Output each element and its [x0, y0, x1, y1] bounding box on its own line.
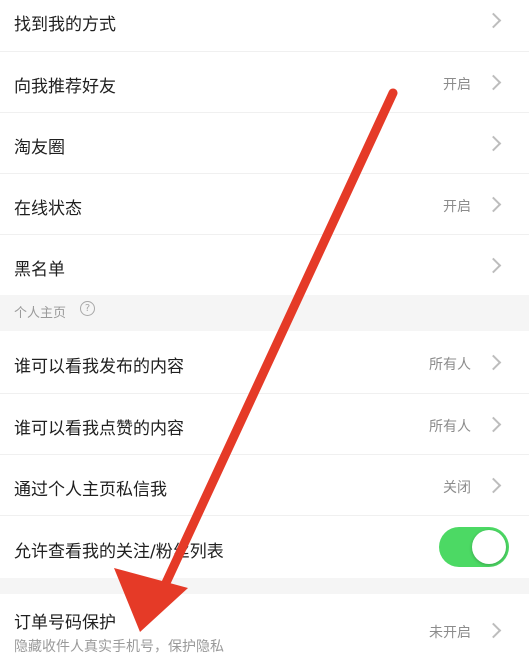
help-icon[interactable]: ?: [80, 301, 95, 316]
section-title: 个人主页: [14, 306, 67, 321]
row-taoyou-circle-label: 淘友圈: [14, 138, 65, 158]
chevron-right-icon: [485, 257, 502, 274]
row-private-message[interactable]: 通过个人主页私信我 关闭: [0, 455, 529, 516]
row-follow-list-label: 允许查看我的关注/粉丝列表: [14, 542, 224, 562]
row-private-message-value: 关闭: [443, 480, 471, 496]
row-who-see-likes[interactable]: 谁可以看我点赞的内容 所有人: [0, 394, 529, 455]
row-recommend-friends[interactable]: 向我推荐好友 开启: [0, 52, 529, 113]
row-find-me-label: 找到我的方式: [14, 15, 116, 35]
settings-screen: 找到我的方式 向我推荐好友 开启 淘友圈 在线状态 开启 黑名单 个人主页 ? …: [0, 0, 529, 663]
row-order-protection-label: 订单号码保护: [14, 613, 116, 633]
chevron-right-icon: [485, 74, 502, 91]
chevron-right-icon: [485, 622, 502, 639]
chevron-right-icon: [485, 135, 502, 152]
row-online-status[interactable]: 在线状态 开启: [0, 174, 529, 235]
row-recommend-friends-label: 向我推荐好友: [14, 77, 116, 97]
chevron-right-icon: [485, 354, 502, 371]
chevron-right-icon: [485, 416, 502, 433]
toggle-knob: [472, 530, 506, 564]
row-who-see-posts[interactable]: 谁可以看我发布的内容 所有人: [0, 331, 529, 394]
row-who-see-likes-label: 谁可以看我点赞的内容: [14, 419, 184, 439]
row-order-protection-value: 未开启: [429, 625, 471, 641]
row-order-protection-sublabel: 隐藏收件人真实手机号，保护隐私: [14, 639, 224, 655]
section-header-personal-page: 个人主页 ?: [0, 295, 529, 331]
row-private-message-label: 通过个人主页私信我: [14, 480, 167, 500]
row-blacklist[interactable]: 黑名单: [0, 235, 529, 295]
row-blacklist-label: 黑名单: [14, 260, 65, 280]
row-who-see-posts-value: 所有人: [429, 357, 471, 373]
row-order-number-protection[interactable]: 订单号码保护 隐藏收件人真实手机号，保护隐私 未开启: [0, 594, 529, 663]
row-find-me[interactable]: 找到我的方式: [0, 0, 529, 52]
chevron-right-icon: [485, 12, 502, 29]
section-gap: [0, 578, 529, 594]
row-online-status-value: 开启: [443, 199, 471, 215]
chevron-right-icon: [485, 477, 502, 494]
row-follow-list-toggle: 允许查看我的关注/粉丝列表: [0, 516, 529, 578]
row-who-see-likes-value: 所有人: [429, 419, 471, 435]
chevron-right-icon: [485, 196, 502, 213]
row-recommend-friends-value: 开启: [443, 77, 471, 93]
follow-list-toggle[interactable]: [439, 527, 509, 567]
row-taoyou-circle[interactable]: 淘友圈: [0, 113, 529, 174]
row-who-see-posts-label: 谁可以看我发布的内容: [14, 357, 184, 377]
row-online-status-label: 在线状态: [14, 199, 82, 219]
